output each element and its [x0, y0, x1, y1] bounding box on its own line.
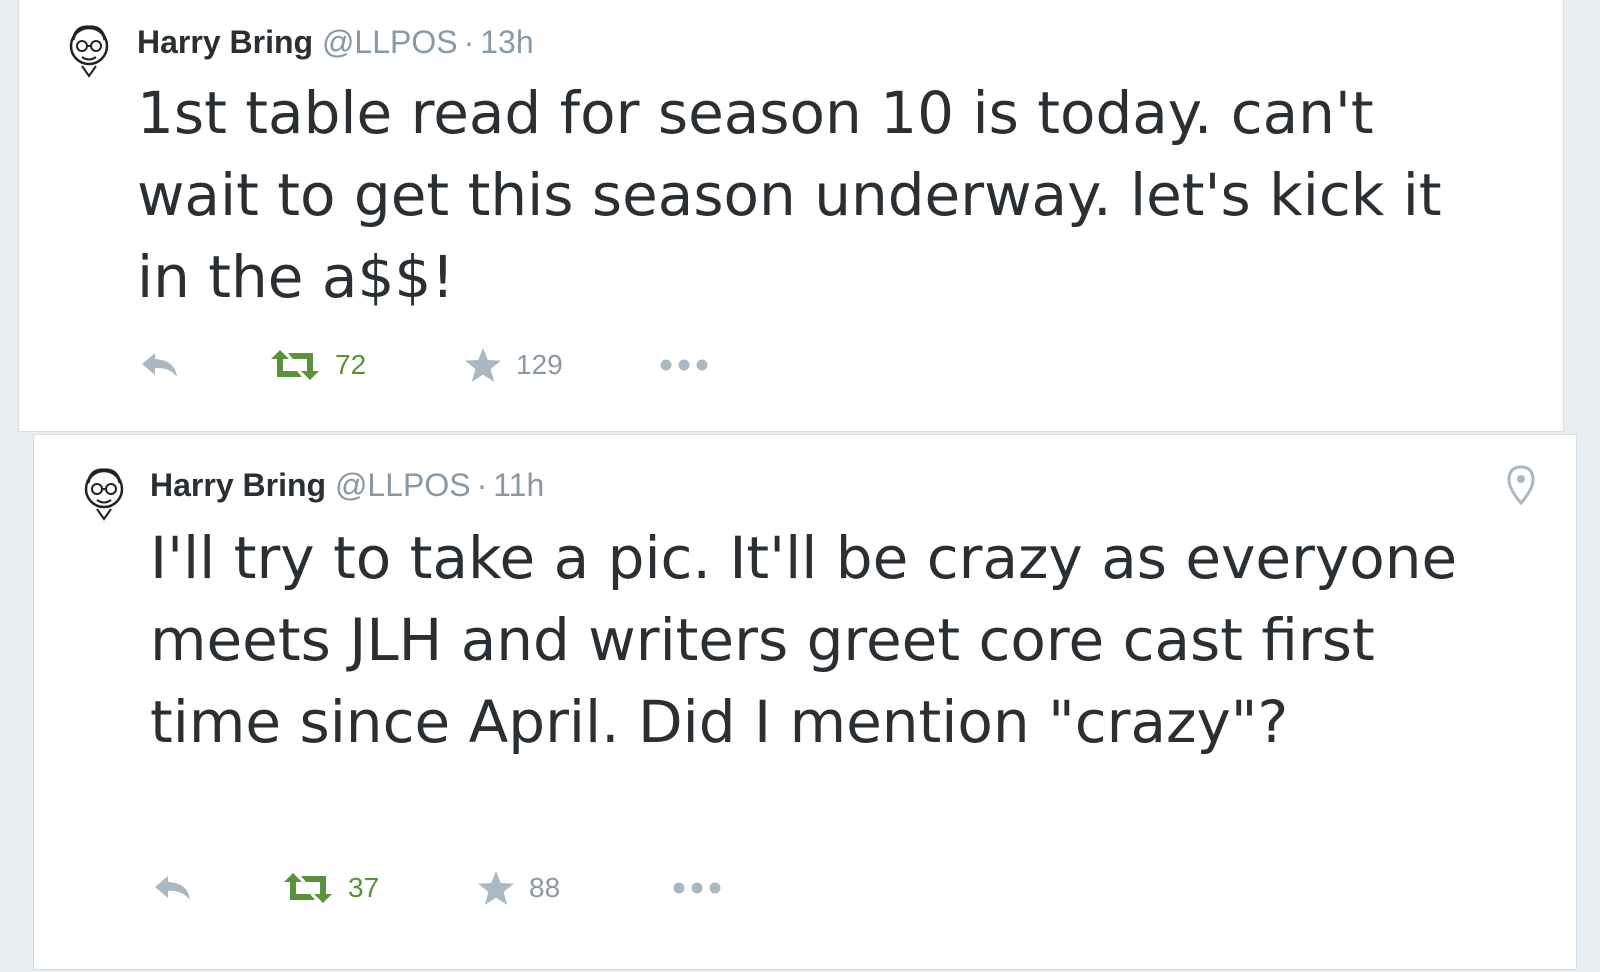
reply-button[interactable]	[152, 872, 282, 904]
tweet-header: Harry Bring @LLPOS · 11h	[150, 465, 544, 505]
tweet-text: I'll try to take a pic. It'll be crazy a…	[150, 524, 1476, 756]
timestamp[interactable]: 13h	[480, 24, 533, 60]
more-button[interactable]	[659, 358, 709, 372]
location-icon[interactable]	[1506, 465, 1536, 506]
reply-button[interactable]	[139, 349, 269, 381]
retweet-icon	[271, 350, 319, 380]
favorite-icon	[478, 871, 514, 905]
reply-icon	[142, 353, 177, 377]
author-handle[interactable]: @LLPOS	[335, 467, 471, 503]
reply-icon	[155, 876, 190, 900]
more-icon	[673, 882, 721, 894]
retweet-count: 72	[335, 349, 367, 380]
avatar[interactable]	[64, 22, 114, 82]
favorite-count: 129	[516, 349, 563, 380]
retweet-count: 37	[348, 872, 380, 903]
tweet-actions: 72 129	[139, 340, 709, 390]
tweet-actions: 37 88	[152, 863, 722, 913]
author-handle[interactable]: @LLPOS	[322, 24, 458, 60]
avatar[interactable]	[79, 465, 129, 525]
more-button[interactable]	[672, 881, 722, 895]
more-icon	[660, 359, 708, 371]
tweet-text: 1st table read for season 10 is today. c…	[137, 79, 1461, 311]
retweet-button[interactable]: 37	[282, 870, 477, 906]
author-name[interactable]: Harry Bring	[150, 467, 326, 503]
tweet-header: Harry Bring @LLPOS · 13h	[137, 22, 534, 62]
tweet-card[interactable]: Harry Bring @LLPOS · 13h 1st table read fo…	[18, 0, 1564, 432]
author-name[interactable]: Harry Bring	[137, 24, 313, 60]
timestamp[interactable]: 11h	[493, 467, 544, 503]
retweet-icon	[284, 873, 332, 903]
favorite-button[interactable]: 129	[464, 347, 659, 383]
separator-dot: ·	[463, 24, 475, 60]
retweet-button[interactable]: 72	[269, 347, 464, 383]
separator-dot: ·	[476, 467, 488, 503]
favorite-icon	[465, 348, 501, 382]
favorite-count: 88	[529, 872, 561, 903]
favorite-button[interactable]: 88	[477, 870, 672, 906]
tweet-card[interactable]: Harry Bring @LLPOS · 11h I'll try to take …	[33, 434, 1577, 970]
